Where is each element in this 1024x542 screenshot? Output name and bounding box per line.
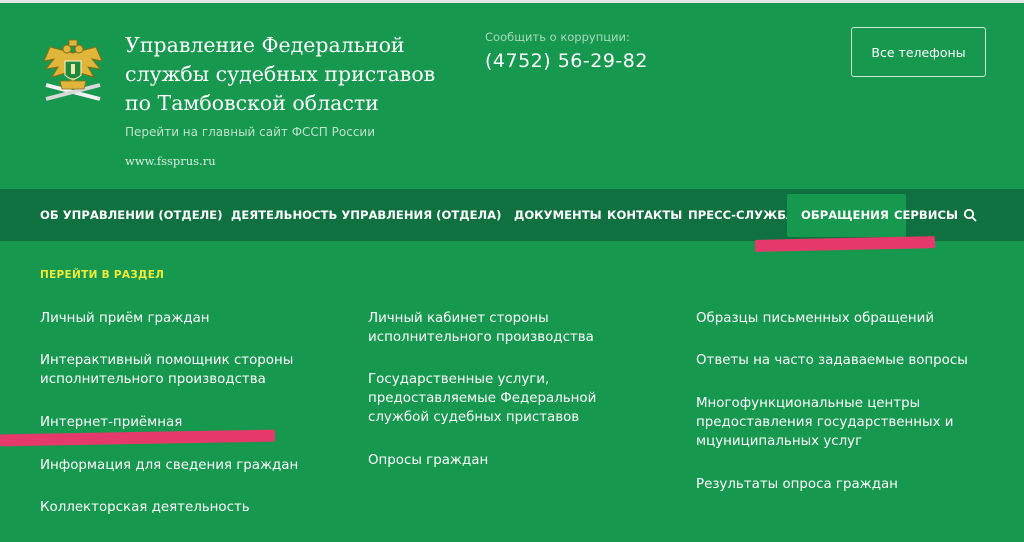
nav-item-documents[interactable]: ДОКУМЕНТЫ <box>514 189 602 241</box>
menu-link-written-samples[interactable]: Образцы письменных обращений <box>696 309 996 328</box>
fssp-emblem-icon[interactable] <box>40 39 106 103</box>
nav-item-activity[interactable]: ДЕЯТЕЛЬНОСТЬ УПРАВЛЕНИЯ (ОТДЕЛА) <box>231 189 501 241</box>
menu-link-poll-results[interactable]: Результаты опроса граждан <box>696 475 996 494</box>
menu-link-mfc[interactable]: Многофункциональные центры предоставлени… <box>696 394 971 451</box>
corruption-phone[interactable]: (4752) 56-29-82 <box>485 50 648 72</box>
menu-link-interactive-helper[interactable]: Интерактивный помощник стороны исполните… <box>40 351 325 389</box>
menu-link-personal-reception[interactable]: Личный приём граждан <box>40 309 340 328</box>
corruption-label: Сообщить о коррупции: <box>485 30 630 44</box>
all-phones-button[interactable]: Все телефоны <box>851 27 986 77</box>
search-icon[interactable] <box>963 208 977 222</box>
org-title[interactable]: Управление Федеральной службы судебных п… <box>125 31 465 118</box>
menu-link-collector-activity[interactable]: Коллекторская деятельность <box>40 498 340 517</box>
menu-link-personal-account[interactable]: Личный кабинет стороны исполнительного п… <box>368 309 638 347</box>
main-site-link[interactable]: Перейти на главный сайт ФССП России <box>125 125 375 139</box>
section-label: ПЕРЕЙТИ В РАЗДЕЛ <box>40 269 165 281</box>
site-url-link[interactable]: www.fssprus.ru <box>125 154 216 168</box>
menu-link-citizen-info[interactable]: Информация для сведения граждан <box>40 456 340 475</box>
menu-link-internet-reception[interactable]: Интернет-приёмная <box>40 413 340 432</box>
nav-item-press[interactable]: ПРЕСС-СЛУЖБА <box>688 189 787 241</box>
nav-item-services[interactable]: СЕРВИСЫ <box>894 189 958 241</box>
annotation-underline <box>754 236 936 252</box>
site-header: Управление Федеральной службы судебных п… <box>0 3 1024 189</box>
menu-link-public-services[interactable]: Государственные услуги, предоставляемые … <box>368 370 623 427</box>
annotation-underline <box>0 429 276 447</box>
menu-link-faq[interactable]: Ответы на часто задаваемые вопросы <box>696 351 996 370</box>
nav-item-about[interactable]: ОБ УПРАВЛЕНИИ (ОТДЕЛЕ) <box>40 189 223 241</box>
menu-link-citizen-polls[interactable]: Опросы граждан <box>368 451 638 470</box>
nav-item-appeals[interactable]: ОБРАЩЕНИЯ <box>801 189 889 241</box>
main-nav: ОБ УПРАВЛЕНИИ (ОТДЕЛЕ) ДЕЯТЕЛЬНОСТЬ УПРА… <box>0 189 1024 241</box>
nav-item-contacts[interactable]: КОНТАКТЫ <box>607 189 682 241</box>
